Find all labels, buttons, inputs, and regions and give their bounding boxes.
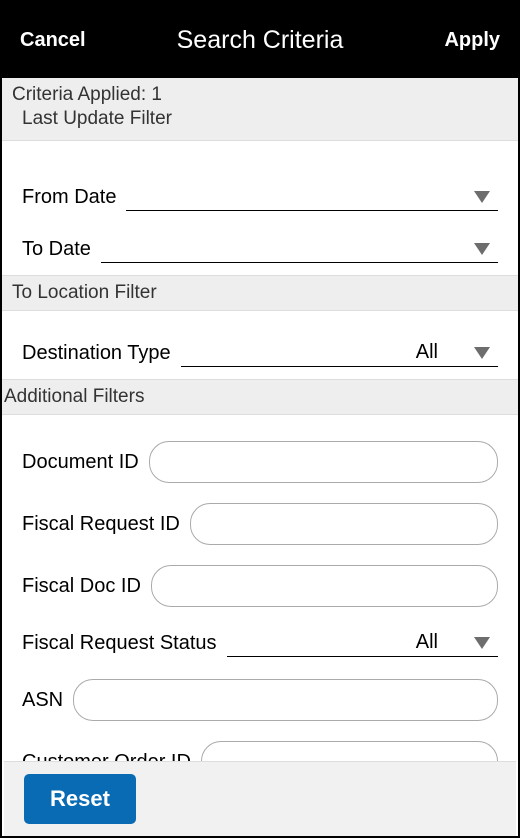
fiscal-request-status-label: Fiscal Request Status (22, 632, 217, 655)
document-id-row: Document ID (2, 431, 518, 493)
destination-type-row: Destination Type All (2, 327, 518, 379)
asn-row: ASN (2, 669, 518, 731)
to-date-field[interactable] (101, 235, 498, 263)
to-location-section-header: To Location Filter (2, 275, 518, 311)
chevron-down-icon (474, 637, 490, 649)
document-id-label: Document ID (22, 451, 139, 474)
header-bar: Cancel Search Criteria Apply (2, 2, 518, 78)
fiscal-doc-id-input[interactable] (151, 565, 498, 607)
reset-button[interactable]: Reset (24, 774, 136, 824)
chevron-down-icon (474, 191, 490, 203)
asn-input[interactable] (73, 679, 498, 721)
criteria-summary: Criteria Applied: 1 Last Update Filter (2, 78, 518, 141)
page-title: Search Criteria (177, 26, 344, 55)
fiscal-doc-id-row: Fiscal Doc ID (2, 555, 518, 617)
destination-type-label: Destination Type (22, 342, 171, 365)
destination-type-select[interactable]: All (181, 339, 498, 367)
additional-filters-section-header: Additional Filters (2, 379, 518, 415)
asn-label: ASN (22, 689, 63, 712)
criteria-applied-count: Criteria Applied: 1 (12, 84, 508, 106)
fiscal-request-id-row: Fiscal Request ID (2, 493, 518, 555)
fiscal-request-status-value: All (416, 631, 438, 654)
fiscal-request-id-input[interactable] (190, 503, 498, 545)
footer-bar: Reset (4, 761, 516, 836)
destination-type-value: All (416, 341, 438, 364)
fiscal-request-status-row: Fiscal Request Status All (2, 617, 518, 669)
content-scroll: Criteria Applied: 1 Last Update Filter F… (2, 78, 518, 766)
document-id-input[interactable] (149, 441, 498, 483)
fiscal-request-status-select[interactable]: All (227, 629, 498, 657)
fiscal-request-id-label: Fiscal Request ID (22, 513, 180, 536)
criteria-last-update-label: Last Update Filter (12, 108, 508, 130)
fiscal-doc-id-label: Fiscal Doc ID (22, 575, 141, 598)
from-date-label: From Date (22, 186, 116, 209)
to-date-row: To Date (2, 223, 518, 275)
chevron-down-icon (474, 347, 490, 359)
chevron-down-icon (474, 243, 490, 255)
from-date-field[interactable] (126, 183, 498, 211)
from-date-row: From Date (2, 171, 518, 223)
to-date-label: To Date (22, 238, 91, 261)
cancel-button[interactable]: Cancel (20, 29, 86, 52)
apply-button[interactable]: Apply (444, 29, 500, 52)
